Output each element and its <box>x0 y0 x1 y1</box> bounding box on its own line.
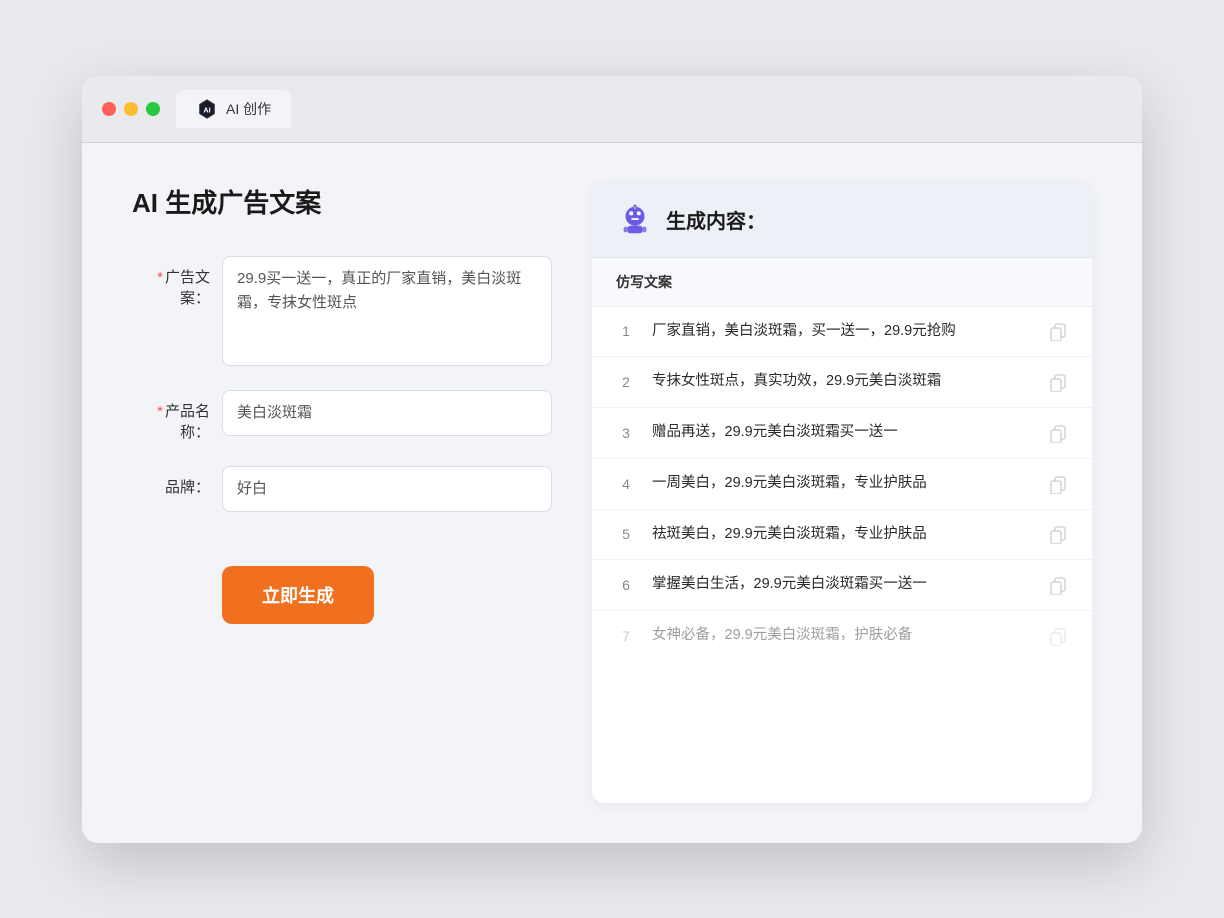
ad-copy-row: *广告文案： 29.9买一送一，真正的厂家直销，美白淡斑霜，专抹女性斑点 <box>132 256 552 366</box>
result-text: 专抹女性斑点，真实功效，29.9元美白淡斑霜 <box>652 371 1032 393</box>
product-name-row: *产品名称： <box>132 390 552 442</box>
result-number: 7 <box>616 628 636 644</box>
result-text: 厂家直销，美白淡斑霜，买一送一，29.9元抢购 <box>652 321 1032 343</box>
result-text: 一周美白，29.9元美白淡斑霜，专业护肤品 <box>652 473 1032 495</box>
svg-text:AI: AI <box>203 105 210 114</box>
minimize-button[interactable] <box>124 102 138 116</box>
result-item: 2 专抹女性斑点，真实功效，29.9元美白淡斑霜 <box>592 357 1092 408</box>
titlebar: AI AI 创作 <box>82 76 1142 143</box>
ad-copy-label: *广告文案： <box>132 256 222 308</box>
result-number: 2 <box>616 374 636 390</box>
result-item: 1 厂家直销，美白淡斑霜，买一送一，29.9元抢购 <box>592 307 1092 358</box>
result-number: 4 <box>616 476 636 492</box>
ad-copy-input[interactable]: 29.9买一送一，真正的厂家直销，美白淡斑霜，专抹女性斑点 <box>222 256 552 366</box>
result-text: 掌握美白生活，29.9元美白淡斑霜买一送一 <box>652 574 1032 596</box>
result-text: 女神必备，29.9元美白淡斑霜，护肤必备 <box>652 625 1032 647</box>
tab-label: AI 创作 <box>226 99 271 119</box>
brand-row: 品牌： <box>132 466 552 512</box>
result-number: 3 <box>616 425 636 441</box>
robot-icon <box>616 201 654 239</box>
product-name-label: *产品名称： <box>132 390 222 442</box>
results-table-header: 仿写文案 <box>592 258 1092 307</box>
required-star: * <box>157 269 163 286</box>
result-item: 5 祛斑美白，29.9元美白淡斑霜，专业护肤品 <box>592 510 1092 561</box>
results-title: 生成内容： <box>666 205 766 234</box>
browser-window: AI AI 创作 AI 生成广告文案 *广告文案： 29.9买一送一，真正的厂家… <box>82 76 1142 843</box>
result-text: 赠品再送，29.9元美白淡斑霜买一送一 <box>652 422 1032 444</box>
result-item: 6 掌握美白生活，29.9元美白淡斑霜买一送一 <box>592 560 1092 611</box>
copy-icon[interactable] <box>1048 474 1068 494</box>
content-area: AI 生成广告文案 *广告文案： 29.9买一送一，真正的厂家直销，美白淡斑霜，… <box>82 143 1142 843</box>
result-number: 1 <box>616 323 636 339</box>
page-title: AI 生成广告文案 <box>132 183 552 220</box>
ai-tab-icon: AI <box>196 98 218 120</box>
maximize-button[interactable] <box>146 102 160 116</box>
result-item: 3 赠品再送，29.9元美白淡斑霜买一送一 <box>592 408 1092 459</box>
result-item: 7 女神必备，29.9元美白淡斑霜，护肤必备 <box>592 611 1092 661</box>
product-name-input[interactable] <box>222 390 552 436</box>
copy-icon[interactable] <box>1048 626 1068 646</box>
copy-icon[interactable] <box>1048 423 1068 443</box>
column-label: 仿写文案 <box>616 274 672 290</box>
copy-icon[interactable] <box>1048 524 1068 544</box>
result-item: 4 一周美白，29.9元美白淡斑霜，专业护肤品 <box>592 459 1092 510</box>
result-number: 5 <box>616 526 636 542</box>
result-text: 祛斑美白，29.9元美白淡斑霜，专业护肤品 <box>652 524 1032 546</box>
required-star-2: * <box>157 403 163 420</box>
brand-label: 品牌： <box>132 466 222 497</box>
traffic-lights <box>102 102 160 116</box>
results-list: 1 厂家直销，美白淡斑霜，买一送一，29.9元抢购 2 专抹女性斑点，真实功效，… <box>592 307 1092 661</box>
tab-ai-creation[interactable]: AI AI 创作 <box>176 90 291 128</box>
copy-icon[interactable] <box>1048 321 1068 341</box>
result-number: 6 <box>616 577 636 593</box>
copy-icon[interactable] <box>1048 372 1068 392</box>
copy-icon[interactable] <box>1048 575 1068 595</box>
results-header: 生成内容： <box>592 183 1092 258</box>
right-panel: 生成内容： 仿写文案 1 厂家直销，美白淡斑霜，买一送一，29.9元抢购 2 专… <box>592 183 1092 803</box>
generate-button[interactable]: 立即生成 <box>222 566 374 624</box>
brand-input[interactable] <box>222 466 552 512</box>
close-button[interactable] <box>102 102 116 116</box>
left-panel: AI 生成广告文案 *广告文案： 29.9买一送一，真正的厂家直销，美白淡斑霜，… <box>132 183 552 803</box>
